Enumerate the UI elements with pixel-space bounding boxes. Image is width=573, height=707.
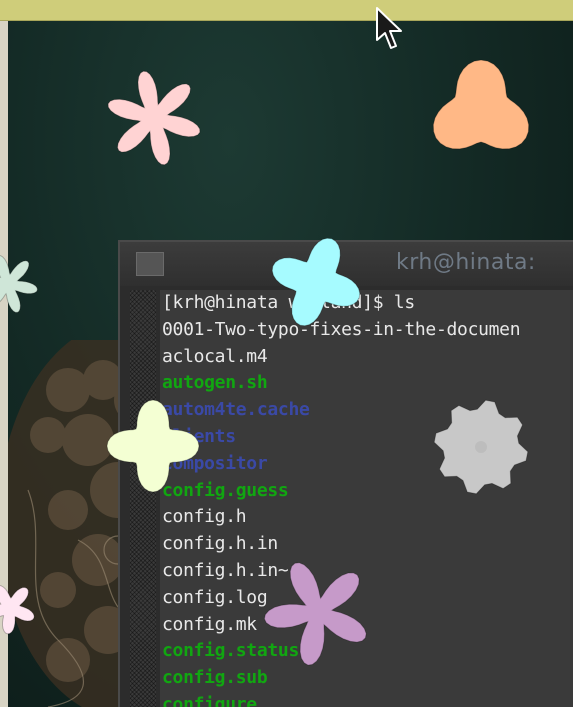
orange-flower xyxy=(432,59,530,150)
terminal-line: 0001-Two-typo-fixes-in-the-documen xyxy=(162,318,521,340)
pink-flower xyxy=(107,70,201,166)
desktop[interactable]: krh@hinata: [krh@hinata wayland]$ ls 000… xyxy=(0,0,573,707)
terminal-line: configure xyxy=(162,693,257,707)
terminal-line: aclocal.m4 xyxy=(162,345,268,367)
arrow-pointer-icon xyxy=(376,7,402,49)
terminal-line: config.guess xyxy=(162,479,289,501)
terminal-line: config.h.in xyxy=(162,533,278,555)
terminal-line: autogen.sh xyxy=(162,372,268,394)
window-edge xyxy=(0,0,8,707)
terminal-line: config.h.in~ xyxy=(162,559,289,581)
window-menu-icon[interactable] xyxy=(136,252,164,276)
terminal-line: config.status xyxy=(162,640,299,662)
terminal-titlebar[interactable]: krh@hinata: xyxy=(120,242,573,286)
terminal-window[interactable]: krh@hinata: [krh@hinata wayland]$ ls 000… xyxy=(118,240,573,707)
window-title: krh@hinata: xyxy=(396,250,536,275)
terminal-line: config.sub xyxy=(162,667,268,689)
terminal-line: autom4te.cache xyxy=(162,399,310,421)
terminal-scrollbar[interactable] xyxy=(130,290,156,707)
top-panel[interactable] xyxy=(0,0,573,21)
terminal-line: config.mk xyxy=(162,613,257,635)
terminal-line: [krh@hinata wayland]$ ls xyxy=(162,292,415,313)
terminal-line: compositor xyxy=(162,452,268,474)
terminal-output[interactable]: [krh@hinata wayland]$ ls 0001-Two-typo-f… xyxy=(160,290,573,707)
terminal-line: clients xyxy=(162,425,236,447)
terminal-line: config.log xyxy=(162,586,268,608)
terminal-line: config.h xyxy=(162,506,247,528)
